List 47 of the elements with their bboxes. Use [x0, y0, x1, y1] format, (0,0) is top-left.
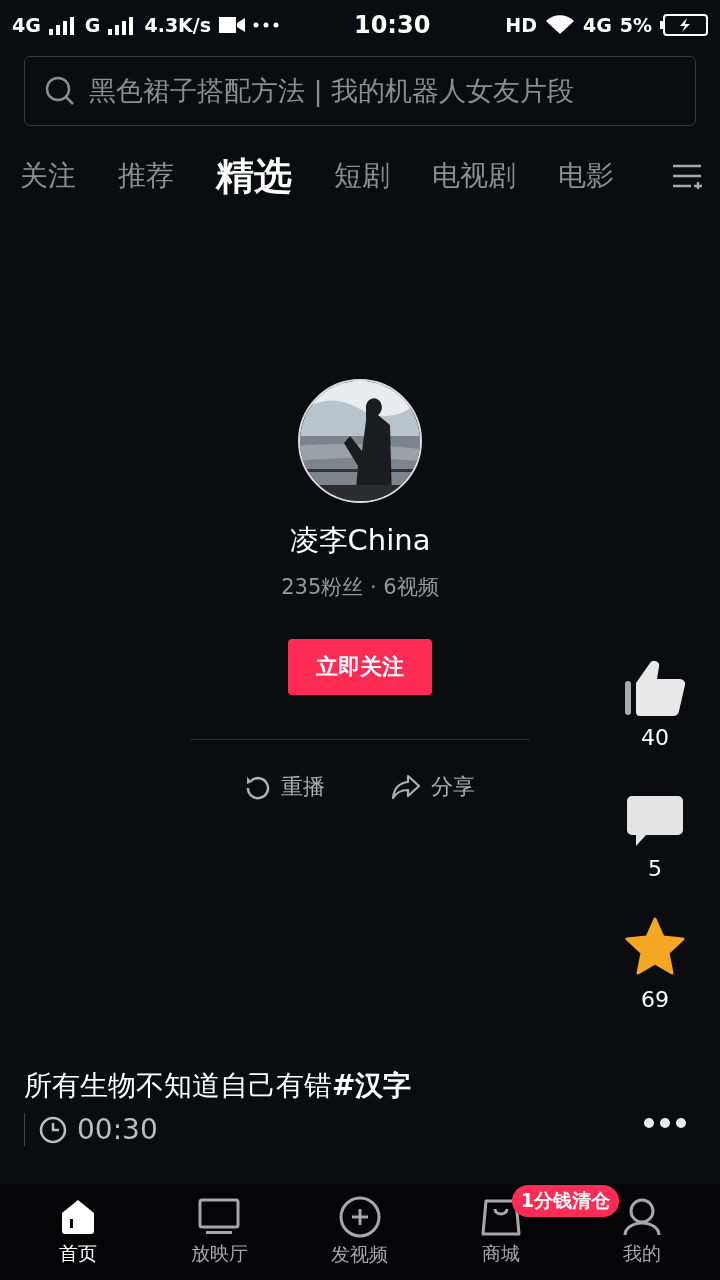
- clock: 10:30: [353, 11, 431, 39]
- nav-tab[interactable]: 首页: [23, 1197, 134, 1267]
- favorite-count: 69: [641, 987, 669, 1012]
- wifi-icon: [544, 14, 575, 36]
- battery-percent: 5%: [619, 14, 652, 36]
- search-field[interactable]: 黑色裙子搭配方法 | 我的机器人女友片段: [24, 56, 696, 126]
- like-count: 40: [641, 725, 669, 750]
- video-caption: 所有生物不知道自己有错#汉字: [24, 1068, 412, 1104]
- battery-charging-icon: [660, 14, 708, 36]
- category-tab[interactable]: 电视剧: [432, 157, 516, 195]
- category-tab[interactable]: 推荐: [118, 157, 174, 195]
- shopping-bag-icon: [480, 1197, 521, 1237]
- network-label: G: [84, 14, 101, 36]
- profile-icon: [621, 1197, 662, 1237]
- search-placeholder: 黑色裙子搭配方法 | 我的机器人女友片段: [89, 74, 575, 109]
- star-icon[interactable]: [624, 917, 686, 975]
- category-tab[interactable]: 电影: [558, 157, 614, 195]
- share-button[interactable]: 分享: [391, 772, 475, 802]
- video-camera-icon: [219, 16, 246, 34]
- menu-icon[interactable]: [672, 163, 702, 189]
- promo-badge: 1分钱清仓: [511, 1185, 619, 1217]
- clock-icon: [39, 1115, 67, 1144]
- category-tab[interactable]: 短剧: [334, 157, 390, 195]
- add-icon: [339, 1196, 381, 1238]
- author-stats: 235粉丝 · 6视频: [281, 574, 439, 601]
- follow-button[interactable]: 立即关注: [288, 639, 432, 695]
- tv-icon: [198, 1197, 241, 1237]
- network-label: 4G: [582, 14, 612, 36]
- replay-icon: [245, 774, 271, 800]
- share-icon: [391, 774, 421, 800]
- nav-tab[interactable]: 放映厅: [164, 1197, 275, 1267]
- thumbs-up-icon[interactable]: [624, 659, 686, 717]
- replay-button[interactable]: 重播: [245, 772, 325, 802]
- comment-count: 5: [648, 856, 662, 881]
- hd-label: HD: [505, 14, 537, 36]
- signal-icon: [48, 15, 77, 35]
- video-duration: 00:30: [77, 1113, 158, 1146]
- search-icon: [45, 76, 75, 106]
- nav-tab[interactable]: 发视频: [305, 1196, 415, 1268]
- network-label: 4G: [12, 14, 41, 36]
- author-name: 凌李China: [289, 522, 431, 559]
- speed-label: 4.3K/s: [144, 14, 212, 36]
- category-tab[interactable]: 精选: [216, 150, 292, 202]
- category-tab[interactable]: 关注: [20, 157, 76, 195]
- more-icon: [253, 22, 280, 28]
- comment-icon[interactable]: [626, 794, 684, 848]
- more-icon[interactable]: [644, 1118, 686, 1128]
